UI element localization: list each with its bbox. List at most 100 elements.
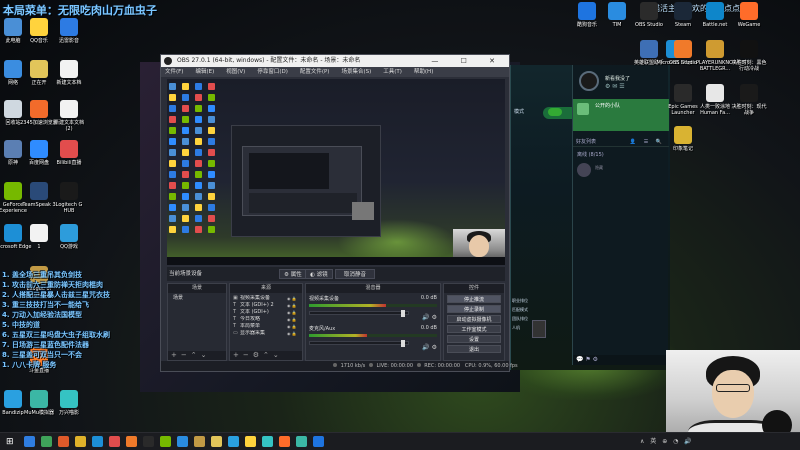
desktop-icon[interactable]: 新建文本文档 (2) [50, 100, 88, 132]
speaker-gear-icon[interactable]: 🔊 ⚙ [422, 314, 437, 321]
taskbar-app-icon[interactable] [262, 436, 273, 447]
friends-actions-icon[interactable]: 👤 ☰ 🔍 [630, 137, 665, 147]
control-button[interactable]: 工作室模式 [447, 325, 501, 333]
desktop-icon[interactable]: QQ游戏 [50, 224, 88, 250]
social-bottom-bar[interactable]: 💬 ⚑ ⚙ [573, 355, 669, 365]
desktop-icon[interactable]: 新建文本档 [50, 60, 88, 86]
game-mode-item[interactable]: 团队排位 [512, 314, 528, 323]
visibility-lock-icon[interactable]: ◉ 🔒 [287, 330, 299, 337]
obs-menu-item[interactable]: 场景集合(S) [341, 69, 371, 75]
system-tray[interactable]: ∧ 英 ⊕ ◔ 🔊 [640, 436, 694, 445]
preview-taskbar [167, 257, 505, 265]
taskbar-app-icon[interactable] [279, 436, 290, 447]
desktop-icon[interactable]: 印象笔记 [664, 126, 702, 152]
avatar[interactable] [579, 71, 599, 91]
desktop-icon[interactable]: Bilibili直播 [50, 140, 88, 166]
visibility-lock-icon[interactable]: ◉ 🔒 [287, 302, 299, 309]
offline-group[interactable]: 离线 (8/15) [577, 151, 604, 158]
window-controls[interactable]: — ☐ ✕ [431, 55, 505, 67]
source-item[interactable]: ▣ 视频采集设备 ◉ 🔒 [233, 295, 299, 302]
taskbar-app-icon[interactable] [177, 436, 188, 447]
taskbar-app-icon[interactable] [92, 436, 103, 447]
game-mode-toggle[interactable] [548, 108, 562, 116]
desktop-icon[interactable]: 决胜时刻：黑色行动冷战 [730, 40, 768, 72]
sources-footer-actions[interactable]: +−⚙⌃⌄ [230, 351, 302, 360]
preview-desktop-icon [182, 215, 189, 222]
obs-icon [640, 2, 658, 20]
text-icon: T [233, 323, 237, 329]
taskbar-app-icon[interactable] [41, 436, 52, 447]
taskbar-app-icon[interactable] [296, 436, 307, 447]
obs-status-bar: 1710 kb/s LIVE: 00:00:00 REC: 00:00:00 C… [161, 361, 518, 371]
obs-preview[interactable] [167, 79, 505, 265]
source-item[interactable]: T 文本 (GDI+) 2 ◉ 🔒 [233, 302, 299, 309]
desktop-icon[interactable]: 人类一败涂地 Human Fa... [696, 84, 734, 116]
taskbar-app-icon[interactable] [228, 436, 239, 447]
taskbar-app-icon[interactable] [126, 436, 137, 447]
game-mode-item[interactable]: 人机 [512, 323, 528, 332]
control-button[interactable]: 启动虚拟摄像机 [447, 315, 501, 323]
taskbar-app-icon[interactable] [109, 436, 120, 447]
obs-menu-item[interactable]: 停靠窗口(D) [257, 69, 288, 75]
volume-slider-knob[interactable] [401, 310, 406, 317]
properties-button[interactable]: ⚙ 属性 [279, 269, 307, 279]
status-live: LIVE: 00:00:00 [376, 363, 414, 369]
taskbar-app-icon[interactable] [211, 436, 222, 447]
source-item[interactable]: T 本局菜单 ◉ 🔒 [233, 323, 299, 330]
champion-portrait[interactable] [532, 320, 546, 338]
visibility-lock-icon[interactable]: ◉ 🔒 [287, 295, 299, 302]
source-item[interactable]: T 今日攻略 ◉ 🔒 [233, 316, 299, 323]
scenes-footer-actions[interactable]: +−⌃⌄ [168, 351, 226, 360]
obs-menu-item[interactable]: 帮助(H) [414, 69, 433, 75]
obs-menu-item[interactable]: 编辑(E) [195, 69, 214, 75]
speaker-gear-icon[interactable]: 🔊 ⚙ [422, 344, 437, 351]
scene-item[interactable]: 场景 [171, 295, 223, 302]
obs-menu-item[interactable]: 文件(F) [165, 69, 183, 75]
sources-header: 来源 [230, 284, 302, 293]
desktop-icon[interactable]: 万兴喵影 [50, 390, 88, 416]
desktop-icon[interactable]: OBS Studio [630, 2, 668, 28]
desktop-icon[interactable]: WeGame [730, 2, 768, 28]
status-icons[interactable]: ⚙ ✉ ☰ [605, 83, 625, 90]
unmute-button[interactable]: 取消静音 [335, 269, 375, 279]
taskbar-app-icon[interactable] [143, 436, 154, 447]
visibility-lock-icon[interactable]: ◉ 🔒 [287, 309, 299, 316]
club-title: 公开的小队 [595, 103, 621, 109]
filters-button[interactable]: ◐ 滤镜 [305, 269, 333, 279]
control-button[interactable]: 退出 [447, 345, 501, 353]
club-card[interactable]: 公开的小队 [573, 99, 669, 131]
control-button[interactable]: 停止推流 [447, 295, 501, 303]
desktop-icon[interactable]: PLAYERUNKNOWN'S BATTLEGR... [696, 40, 746, 72]
preview-desktop-icon [182, 94, 189, 101]
windows-start-icon[interactable]: ⊞ [6, 437, 14, 447]
taskbar-app-icon[interactable] [245, 436, 256, 447]
source-item[interactable]: T 文本 (GDI+) ◉ 🔒 [233, 309, 299, 316]
desktop-icon[interactable]: Battle.net [696, 2, 734, 28]
source-item[interactable]: ▭ 显示器采集 ◉ 🔒 [233, 330, 299, 337]
obs-window[interactable]: OBS 27.0.1 (64-bit, windows) - 配置文件：未命名 … [160, 54, 518, 372]
obs-menu-item[interactable]: 配置文件(P) [300, 69, 330, 75]
game-mode-item[interactable]: 匹配模式 [512, 305, 528, 314]
game-mode-item[interactable]: 职业排位 [512, 296, 528, 305]
volume-slider-knob[interactable] [401, 340, 406, 347]
visibility-lock-icon[interactable]: ◉ 🔒 [287, 323, 299, 330]
visibility-lock-icon[interactable]: ◉ 🔒 [287, 316, 299, 323]
obs-menu-item[interactable]: 视图(V) [226, 69, 245, 75]
obs-titlebar[interactable]: OBS 27.0.1 (64-bit, windows) - 配置文件：未命名 … [161, 55, 509, 67]
desktop-icon[interactable]: 决胜时刻：现代战争 [730, 84, 768, 116]
control-button[interactable]: 设置 [447, 335, 501, 343]
friend-avatar[interactable] [577, 163, 591, 177]
desktop-icon[interactable]: Logitech G HUB [50, 182, 88, 214]
obs-menu-item[interactable]: 工具(T) [383, 69, 402, 75]
taskbar-app-icon[interactable] [58, 436, 69, 447]
desktop-icon-label: 1 [37, 244, 41, 250]
taskbar-app-icon[interactable] [75, 436, 86, 447]
taskbar-app-icon[interactable] [194, 436, 205, 447]
taskbar-app-icon[interactable] [160, 436, 171, 447]
taskbar-app-icon[interactable] [24, 436, 35, 447]
desktop-icon[interactable]: 迅雷影音 [50, 18, 88, 44]
control-button[interactable]: 停止录制 [447, 305, 501, 313]
volume-slider[interactable] [309, 310, 409, 317]
taskbar-app-icon[interactable] [313, 436, 324, 447]
volume-slider[interactable] [309, 340, 409, 347]
